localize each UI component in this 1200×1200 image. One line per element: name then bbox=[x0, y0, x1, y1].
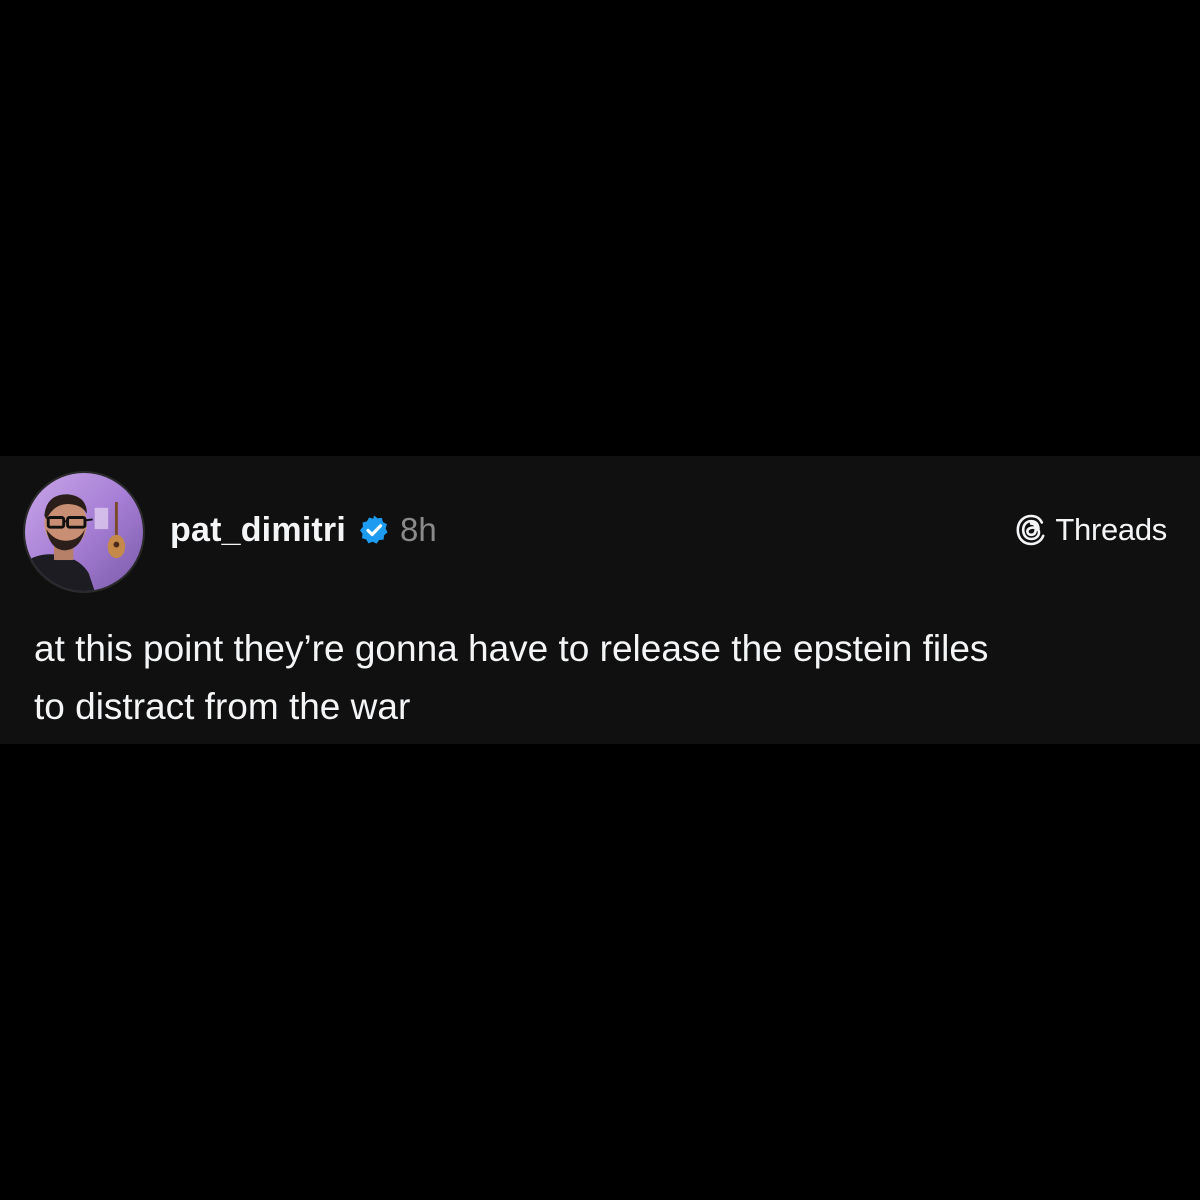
platform-label: Threads bbox=[1055, 512, 1167, 547]
post-text-line: to distract from the war bbox=[34, 686, 411, 727]
post-time: 8h bbox=[400, 511, 437, 548]
post-body: at this point they’re gonna have to rele… bbox=[34, 620, 1174, 736]
platform-brand: Threads bbox=[1013, 508, 1167, 552]
avatar-image bbox=[25, 473, 143, 591]
post-header: pat_dimitri 8h bbox=[170, 506, 437, 554]
post-text-line: at this point they’re gonna have to rele… bbox=[34, 628, 989, 669]
verified-badge-icon bbox=[358, 514, 390, 546]
username[interactable]: pat_dimitri bbox=[170, 511, 346, 550]
threads-logo-icon bbox=[1013, 512, 1049, 548]
avatar[interactable] bbox=[23, 471, 145, 593]
post-card[interactable]: pat_dimitri 8h Threads at this point the… bbox=[0, 456, 1200, 744]
